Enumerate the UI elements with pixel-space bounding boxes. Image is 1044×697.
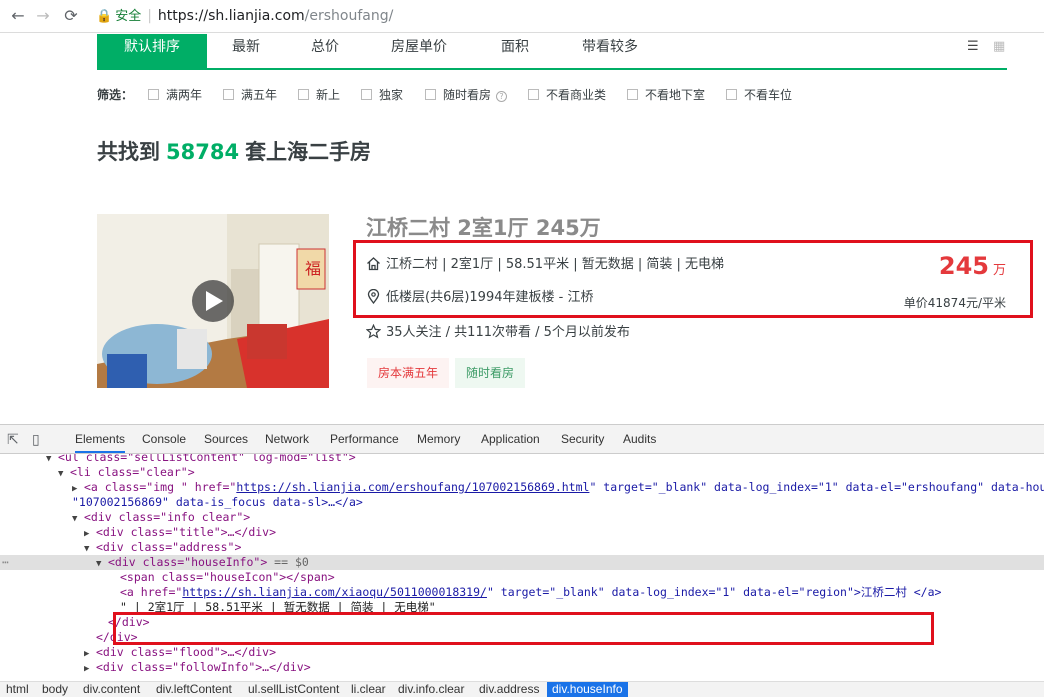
tab-elements[interactable]: Elements [75,425,126,453]
checkbox[interactable] [298,89,309,100]
highlight-box [113,612,934,645]
dom-node[interactable]: ▶ <div class="title">…</div> [0,525,1044,540]
tab-console[interactable]: Console [142,425,186,453]
filter-option[interactable]: 满两年 [148,86,202,104]
page-content: 默认排序 最新 总价 房屋单价 面积 带看较多 ☰ ▦ 筛选： 满两年 满五年 … [0,34,1044,424]
url-host: https://sh.lianjia.com [157,8,305,24]
breadcrumb-item[interactable]: div.leftContent [156,682,232,697]
follow-info: 35人关注 / 共111次带看 / 5个月以前发布 [365,323,630,345]
devtools-panel: ⇱ ▯ Elements Console Sources Network Per… [0,424,1044,697]
grid-view-icon[interactable]: ▦ [993,39,1005,54]
checkbox[interactable] [627,89,638,100]
breadcrumb-item[interactable]: html [6,682,29,697]
result-count: 共找到 58784 套上海二手房 [97,140,372,164]
dom-node[interactable]: ▶ <div class="flood">…</div> [0,645,1044,660]
checkbox[interactable] [148,89,159,100]
dom-node-continuation: "107002156869" data-is_focus data-sl>…</… [72,495,363,509]
dom-tree: ▼ <ul class="sellListContent" log-mod="li… [0,454,1044,682]
breadcrumb-item[interactable]: div.address [479,682,539,697]
filter-label: 筛选： [97,88,134,102]
filter-option[interactable]: 新上 [298,86,340,104]
play-icon[interactable] [192,280,234,322]
breadcrumb-item[interactable]: li.clear [351,682,386,697]
tab-sources[interactable]: Sources [204,425,248,453]
inspect-element-icon[interactable]: ⇱ [7,431,19,448]
filter-option[interactable]: 不看地下室 [627,86,705,104]
tab-audits[interactable]: Audits [623,425,656,453]
lock-icon: 🔒 [96,9,113,24]
breadcrumb-item[interactable]: div.info.clear [398,682,464,697]
url-path: /ershoufang/ [304,8,394,24]
checkbox[interactable] [528,89,539,100]
listing-title[interactable]: 江桥二村 2室1厅 245万 [366,212,601,242]
dom-node[interactable]: <span class="houseIcon"></span> [0,570,1044,585]
tag-five-years: 房本满五年 [367,358,450,388]
sort-tab-unit-price[interactable]: 房屋单价 [391,34,447,68]
more-icon: ⋯ [2,555,9,569]
filter-option[interactable]: 独家 [361,86,403,104]
checkbox[interactable] [726,89,737,100]
help-icon[interactable]: ? [496,91,508,102]
dom-breadcrumb: html body div.content div.leftContent ul… [0,681,1044,697]
browser-toolbar: ← → ⟳ 🔒 安全 | https://sh.lianjia.com/ershouf… [0,0,1044,33]
devtools-tabbar: ⇱ ▯ Elements Console Sources Network Per… [0,425,1044,454]
address-bar[interactable]: 🔒 安全 | https://sh.lianjia.com/ershoufang/ [92,4,1032,28]
tag-view-anytime: 随时看房 [455,358,526,388]
svg-text:福: 福 [305,259,321,278]
tab-application[interactable]: Application [481,425,540,453]
dom-node[interactable]: ▼ <div class="info clear"> [0,510,1044,525]
sort-tab-newest[interactable]: 最新 [232,34,260,68]
list-view-icon[interactable]: ☰ [967,39,979,54]
tab-performance[interactable]: Performance [330,425,399,453]
breadcrumb-item[interactable]: div.content [83,682,140,697]
tab-security[interactable]: Security [561,425,604,453]
filter-option[interactable]: 不看商业类 [528,86,606,104]
sort-tab-default[interactable]: 默认排序 [97,34,207,68]
forward-arrow-icon[interactable]: → [33,6,53,26]
sort-tab-area[interactable]: 面积 [501,34,529,68]
dom-node[interactable]: ▼ <li class="clear"> [0,465,1044,480]
tab-network[interactable]: Network [265,425,309,453]
breadcrumb-item[interactable]: ul.sellListContent [248,682,339,697]
sort-tab-most-viewed[interactable]: 带看较多 [582,34,638,68]
sort-bar: 默认排序 最新 总价 房屋单价 面积 带看较多 ☰ ▦ [97,34,1007,70]
breadcrumb-item[interactable]: body [42,682,68,697]
device-toolbar-icon[interactable]: ▯ [32,431,40,448]
listing-photo[interactable]: 福 [97,214,329,388]
secure-label: 安全 [115,9,142,24]
breadcrumb-item-active[interactable]: div.houseInfo [547,682,628,697]
back-arrow-icon[interactable]: ← [8,6,28,26]
checkbox[interactable] [425,89,436,100]
dom-node-selected[interactable]: ⋯ ▼ <div class="houseInfo"> == $0 [0,555,1044,570]
dom-node[interactable]: ▶ <div class="followInfo">…</div> [0,660,1044,675]
highlight-box [353,240,1033,318]
star-icon [365,323,382,345]
reload-icon[interactable]: ⟳ [61,6,81,26]
result-count-number: 58784 [166,140,240,164]
sort-tab-total-price[interactable]: 总价 [311,34,339,68]
filter-option[interactable]: 满五年 [223,86,277,104]
dom-node[interactable]: ▼ <ul class="sellListContent" log-mod="li… [0,454,1044,465]
filter-option[interactable]: 不看车位 [726,86,792,104]
dom-node[interactable]: ▼ <div class="address"> [0,540,1044,555]
checkbox[interactable] [361,89,372,100]
filter-option[interactable]: 随时看房? [425,86,508,104]
checkbox[interactable] [223,89,234,100]
tab-memory[interactable]: Memory [417,425,460,453]
dom-node[interactable]: ▶ <a class="img " href="https://sh.lianji… [0,480,1044,495]
dom-node[interactable]: <a href="https://sh.lianjia.com/xiaoqu/5… [0,585,1044,600]
